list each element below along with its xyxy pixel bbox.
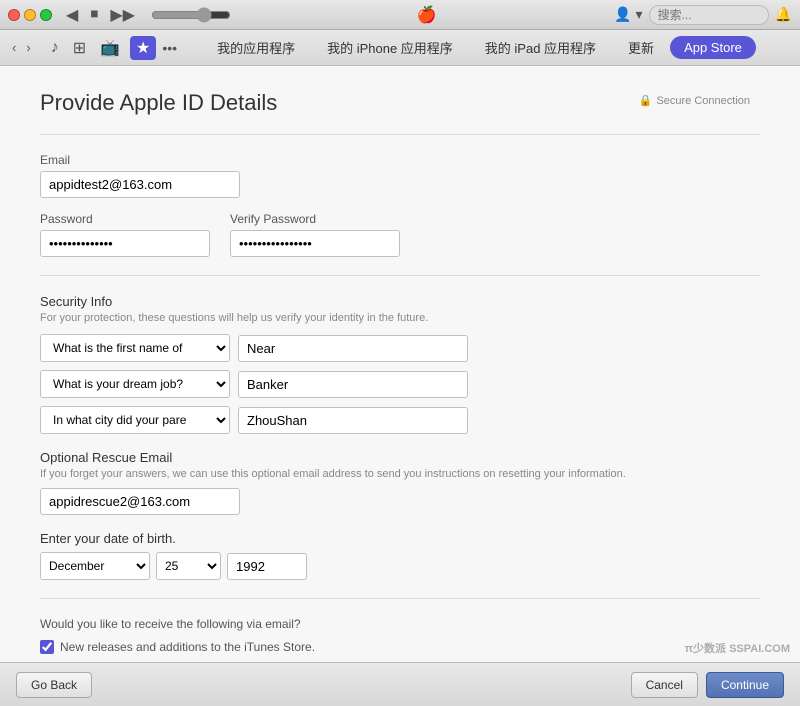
email-pref-checkbox-1[interactable] xyxy=(40,640,54,654)
security-description: For your protection, these questions wil… xyxy=(40,312,760,324)
nav-more-button[interactable]: ••• xyxy=(162,40,177,56)
security-question-row-2: What is your dream job? xyxy=(40,370,760,398)
verify-password-input[interactable] xyxy=(230,230,400,257)
security-section: Security Info For your protection, these… xyxy=(40,294,760,434)
password-label: Password xyxy=(40,212,210,226)
divider-3 xyxy=(40,598,760,599)
verify-password-group: Verify Password xyxy=(230,212,400,257)
nav-arrows: ‹ › xyxy=(8,38,35,57)
security-title: Security Info xyxy=(40,294,760,309)
rescue-email-title: Optional Rescue Email xyxy=(40,450,760,465)
tab-app-store[interactable]: App Store xyxy=(670,36,756,59)
email-input[interactable] xyxy=(40,171,240,198)
bottom-bar: Go Back Cancel Continue xyxy=(0,662,800,706)
tab-iphone-apps[interactable]: 我的 iPhone 应用程序 xyxy=(311,32,469,63)
prev-button[interactable]: ◀ xyxy=(62,3,82,27)
nav-back-button[interactable]: ‹ xyxy=(8,38,20,57)
dob-year-input[interactable] xyxy=(227,553,307,580)
title-bar: ◀ ⏹ ▶▶ 🍎 👤 ▾ 🔔 xyxy=(0,0,800,30)
password-input[interactable] xyxy=(40,230,210,257)
divider-1 xyxy=(40,134,760,135)
nav-forward-button[interactable]: › xyxy=(22,38,34,57)
secure-connection: 🔒 Secure Connection xyxy=(639,94,750,107)
email-prefs-question: Would you like to receive the following … xyxy=(40,617,760,631)
rescue-email-description: If you forget your answers, we can use t… xyxy=(40,468,760,480)
account-button[interactable]: 👤 ▾ xyxy=(614,6,642,23)
tab-updates[interactable]: 更新 xyxy=(612,32,670,63)
minimize-button[interactable] xyxy=(24,9,36,21)
password-group: Password xyxy=(40,212,210,257)
transport-controls: ◀ ⏹ ▶▶ xyxy=(62,3,239,27)
volume-slider[interactable] xyxy=(151,7,231,23)
apple-logo: 🍎 xyxy=(239,5,614,25)
dob-title: Enter your date of birth. xyxy=(40,531,760,546)
tab-my-apps[interactable]: 我的应用程序 xyxy=(201,32,311,63)
divider-2 xyxy=(40,275,760,276)
close-button[interactable] xyxy=(8,9,20,21)
tab-ipad-apps[interactable]: 我的 iPad 应用程序 xyxy=(469,32,612,63)
notification-button[interactable]: 🔔 xyxy=(775,6,792,23)
dob-day-select[interactable]: for(let i=1;i<=31;i++) { document.write(… xyxy=(156,552,221,580)
nav-tabs: 我的应用程序 我的 iPhone 应用程序 我的 iPad 应用程序 更新 Ap… xyxy=(181,32,792,63)
security-question-select-3[interactable]: In what city did your pare xyxy=(40,406,230,434)
main-content: Provide Apple ID Details 🔒 Secure Connec… xyxy=(0,66,800,706)
security-question-row-1: What is the first name of xyxy=(40,334,760,362)
rescue-email-input[interactable] xyxy=(40,488,240,515)
dob-month-select[interactable]: January February March April May June Ju… xyxy=(40,552,150,580)
email-label: Email xyxy=(40,153,760,167)
security-question-select-1[interactable]: What is the first name of xyxy=(40,334,230,362)
verify-password-label: Verify Password xyxy=(230,212,400,226)
nav-icon-tv[interactable]: 📺 xyxy=(96,36,124,60)
email-section: Email xyxy=(40,153,760,198)
next-button[interactable]: ▶▶ xyxy=(106,3,139,27)
security-answer-2[interactable] xyxy=(238,371,468,398)
maximize-button[interactable] xyxy=(40,9,52,21)
password-section: Password Verify Password xyxy=(40,212,760,257)
nav-icon-apps[interactable]: ★ xyxy=(130,36,156,60)
cancel-button[interactable]: Cancel xyxy=(631,672,698,698)
nav-icon-music[interactable]: ♪ xyxy=(47,37,63,59)
dob-section: Enter your date of birth. January Februa… xyxy=(40,531,760,580)
security-question-row-3: In what city did your pare xyxy=(40,406,760,434)
title-bar-right: 👤 ▾ 🔔 xyxy=(614,5,792,25)
window-controls xyxy=(8,9,52,21)
security-answer-1[interactable] xyxy=(238,335,468,362)
lock-icon: 🔒 xyxy=(639,94,653,107)
secure-connection-label: Secure Connection xyxy=(656,95,750,107)
security-question-select-2[interactable]: What is your dream job? xyxy=(40,370,230,398)
bottom-right-buttons: Cancel Continue xyxy=(631,672,784,698)
search-input[interactable] xyxy=(649,5,769,25)
nav-icon-movies[interactable]: ⊞ xyxy=(69,36,90,60)
nav-bar: ‹ › ♪ ⊞ 📺 ★ ••• 我的应用程序 我的 iPhone 应用程序 我的… xyxy=(0,30,800,66)
stop-button[interactable]: ⏹ xyxy=(86,4,102,26)
security-questions: What is the first name of What is your d… xyxy=(40,334,760,434)
continue-button[interactable]: Continue xyxy=(706,672,784,698)
security-answer-3[interactable] xyxy=(238,407,468,434)
email-pref-row-1: New releases and additions to the iTunes… xyxy=(40,639,760,656)
nav-icons: ♪ ⊞ 📺 ★ ••• xyxy=(47,36,177,60)
go-back-button[interactable]: Go Back xyxy=(16,672,92,698)
watermark: π少数派 SSPAI.COM xyxy=(685,640,790,656)
dob-row: January February March April May June Ju… xyxy=(40,552,760,580)
rescue-email-section: Optional Rescue Email If you forget your… xyxy=(40,450,760,515)
email-pref-label-1: New releases and additions to the iTunes… xyxy=(60,639,315,656)
